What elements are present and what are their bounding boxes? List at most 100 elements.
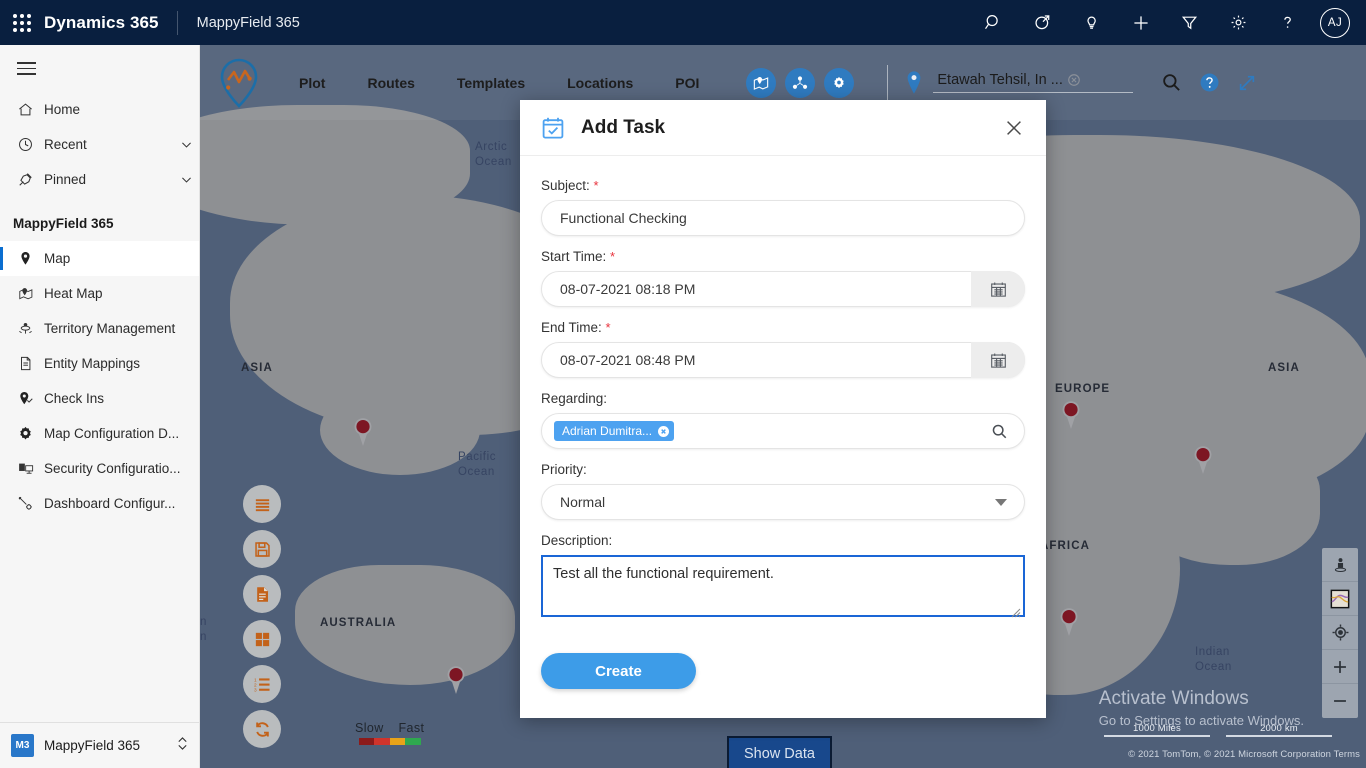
sidebar-item-entity-mappings[interactable]: Entity Mappings (0, 346, 199, 381)
start-time-calendar-icon[interactable] (971, 271, 1025, 307)
watermark-title: Activate Windows (1098, 688, 1249, 709)
refresh-map-button[interactable] (243, 710, 281, 748)
sidebar-item-heat-map[interactable]: Heat Map (0, 276, 199, 311)
help-icon[interactable] (1263, 0, 1312, 45)
close-icon[interactable] (998, 112, 1030, 144)
plus-icon[interactable] (1116, 0, 1165, 45)
sidebar-item-pinned[interactable]: Pinned (0, 162, 199, 197)
assistant-icon[interactable] (1018, 0, 1067, 45)
map-pin-marker[interactable] (1192, 445, 1214, 475)
legend-slow-label: Slow (355, 721, 384, 735)
map-tab-locations[interactable]: Locations (546, 75, 654, 91)
subject-label: Subject: * (541, 178, 1025, 193)
sidebar-toggle-button[interactable] (0, 45, 199, 92)
locate-me-control[interactable] (1322, 616, 1358, 650)
sidebar-item-recent[interactable]: Recent (0, 127, 199, 162)
create-button[interactable]: Create (541, 653, 696, 689)
priority-select[interactable]: Normal (541, 484, 1025, 520)
app-launcher-button[interactable] (0, 13, 44, 32)
regarding-chip[interactable]: Adrian Dumitra... (554, 421, 675, 441)
sidebar-item-map[interactable]: Map (0, 241, 199, 276)
regarding-search-icon[interactable] (991, 423, 1008, 440)
map-pin-marker[interactable] (445, 665, 467, 695)
location-field[interactable]: Etawah Tehsil, In ... (933, 72, 1134, 93)
traffic-legend-bar (358, 738, 421, 745)
activate-windows-watermark: Activate Windows Go to Settings to activ… (1099, 688, 1304, 728)
priority-label: Priority: (541, 462, 587, 477)
dialog-title: Add Task (581, 116, 666, 138)
map-pin-marker[interactable] (1060, 400, 1082, 430)
app-switcher-label: MappyField 365 (44, 738, 141, 753)
territory-icon (17, 320, 44, 337)
app-switcher[interactable]: M3 MappyField 365 (0, 722, 199, 768)
app-badge: M3 (11, 734, 34, 757)
current-app-name[interactable]: MappyField 365 (178, 15, 300, 31)
lightbulb-icon[interactable] (1067, 0, 1116, 45)
list-map-button[interactable]: 1 2 3 (243, 665, 281, 703)
save-map-button[interactable] (243, 530, 281, 568)
sidebar-item-label: Recent (44, 137, 87, 152)
clock-icon (17, 136, 44, 153)
map-side-buttons: 1 2 3 (243, 485, 281, 755)
settings-circle-button[interactable] (824, 67, 855, 98)
regarding-input[interactable]: Adrian Dumitra... (541, 413, 1025, 449)
subject-input[interactable]: Functional Checking (541, 200, 1025, 236)
clear-location-icon[interactable] (1067, 73, 1081, 87)
map-help-icon[interactable] (1199, 72, 1220, 93)
avatar[interactable]: AJ (1320, 7, 1350, 38)
description-textarea[interactable] (541, 555, 1025, 617)
sidebar-item-label: Map (44, 251, 71, 266)
menu-map-button[interactable] (243, 485, 281, 523)
grid-map-button[interactable] (243, 620, 281, 658)
start-time-field-group: Start Time: * 08-07-2021 08:18 PM (541, 249, 1025, 307)
svg-text:3: 3 (253, 687, 256, 693)
gear-icon[interactable] (1214, 0, 1263, 45)
end-time-input[interactable]: 08-07-2021 08:48 PM (541, 342, 1025, 378)
legend-fast-label: Fast (398, 721, 425, 735)
territory-circle-button[interactable] (746, 67, 777, 98)
map-search-icon[interactable] (1161, 72, 1182, 93)
start-time-input[interactable]: 08-07-2021 08:18 PM (541, 271, 1025, 307)
map-tab-poi[interactable]: POI (654, 75, 720, 91)
map-pin-marker[interactable] (1058, 607, 1080, 637)
sidebar-item-home[interactable]: Home (0, 92, 199, 127)
description-field-group: Description: (541, 533, 1025, 622)
show-data-button[interactable]: Show Data (727, 736, 832, 768)
search-icon[interactable] (969, 0, 1018, 45)
scale-km-label: 2000 km (1260, 723, 1298, 734)
sidebar-item-security-configuration[interactable]: Security Configuratio... (0, 451, 199, 486)
map-tab-templates[interactable]: Templates (436, 75, 546, 91)
sidebar-item-dashboard-configuration[interactable]: Dashboard Configur... (0, 486, 199, 521)
dashboard-config-icon (17, 495, 44, 512)
sidebar-item-check-ins[interactable]: Check Ins (0, 381, 199, 416)
map-tab-plot[interactable]: Plot (278, 75, 346, 91)
filter-icon[interactable] (1165, 0, 1214, 45)
map-type-control[interactable] (1322, 582, 1358, 616)
chevron-down-icon[interactable] (173, 138, 199, 151)
remove-chip-icon[interactable] (658, 425, 670, 437)
chevron-down-icon[interactable] (995, 499, 1007, 506)
sidebar-item-label: Pinned (44, 172, 87, 187)
sidebar-item-label: Territory Management (44, 321, 176, 336)
expand-icon[interactable] (1237, 73, 1257, 93)
product-brand[interactable]: Dynamics 365 (44, 13, 177, 33)
map-tab-routes[interactable]: Routes (346, 75, 435, 91)
zoom-out-control[interactable] (1322, 684, 1358, 718)
chevron-down-icon[interactable] (173, 173, 199, 186)
zoom-in-control[interactable] (1322, 650, 1358, 684)
map-pin-marker[interactable] (352, 417, 374, 447)
end-time-label-text: End Time: (541, 320, 602, 335)
sidebar-item-territory-management[interactable]: Territory Management (0, 311, 199, 346)
map-location-search: Etawah Tehsil, In ... (904, 70, 1366, 96)
app-switcher-chevron-icon[interactable] (176, 735, 189, 757)
required-asterisk: * (610, 249, 616, 264)
sidebar-item-map-configuration[interactable]: Map Configuration D... (0, 416, 199, 451)
street-view-control[interactable] (1322, 548, 1358, 582)
report-map-button[interactable] (243, 575, 281, 613)
add-task-dialog: Add Task Subject: * Functional Checking … (520, 100, 1046, 718)
end-time-calendar-icon[interactable] (971, 342, 1025, 378)
map-label: Arctic Ocean (475, 141, 512, 168)
sidebar-group-title: MappyField 365 (13, 216, 114, 231)
users-circle-button[interactable] (785, 67, 816, 98)
